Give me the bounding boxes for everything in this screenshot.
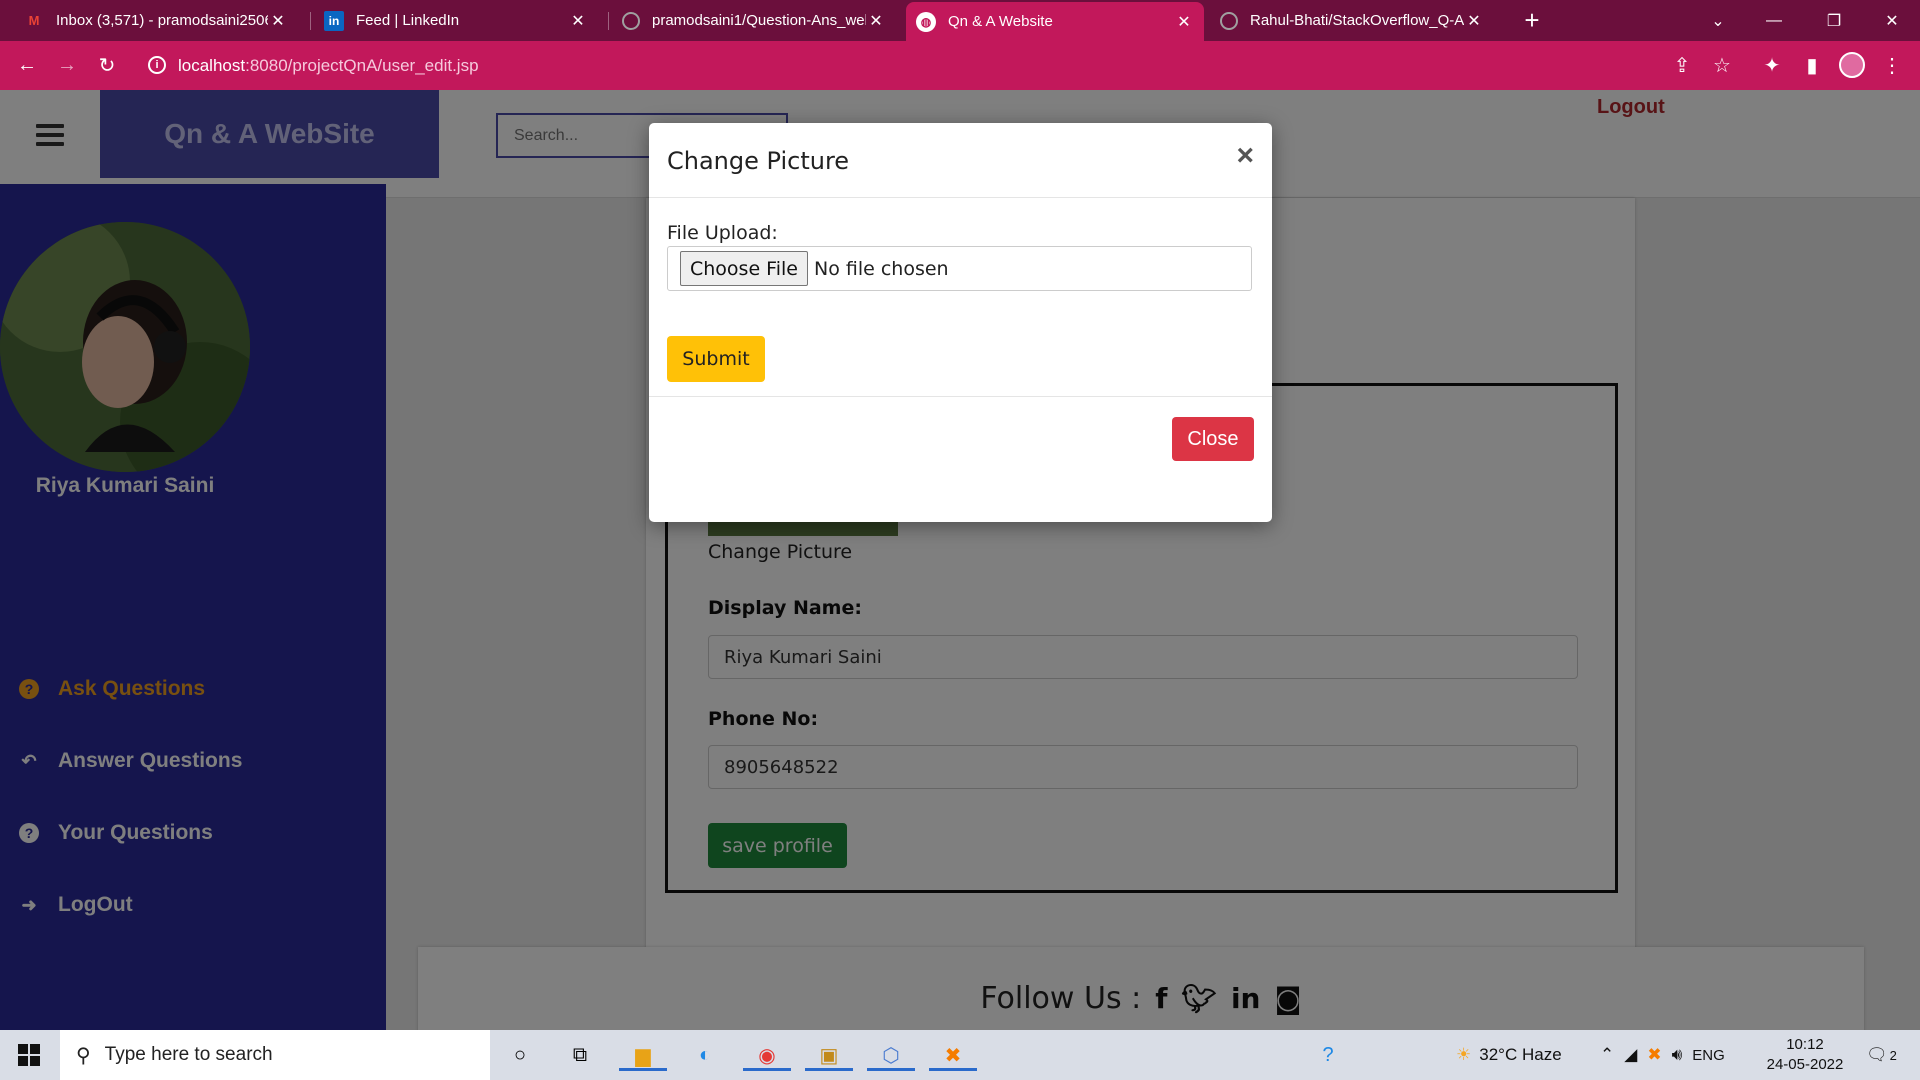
help-icon[interactable]: ? (1312, 1039, 1344, 1071)
browser-tab-bar: M Inbox (3,571) - pramodsaini2506 ✕ in F… (0, 0, 1920, 41)
site-info-icon[interactable]: i (148, 56, 166, 74)
close-icon[interactable]: ✕ (568, 11, 588, 31)
tab-label: Feed | LinkedIn (356, 12, 460, 29)
gmail-icon: M (28, 13, 40, 28)
file-upload-label: File Upload: (667, 222, 778, 244)
star-icon[interactable]: ☆ (1706, 49, 1738, 81)
weather-widget[interactable]: ☀ 32°C Haze (1456, 1030, 1562, 1080)
linkedin-icon: in (324, 10, 344, 31)
modal-title: Change Picture (667, 147, 850, 175)
address-bar: ← → ↻ localhost :8080/projectQnA/user_ed… (0, 41, 1920, 90)
xampp-tray-icon[interactable]: ✖ (1647, 1045, 1661, 1065)
taskbar-search-placeholder: Type here to search (104, 1044, 273, 1065)
volume-icon[interactable]: 🔊︎ (1672, 1045, 1683, 1065)
modal-footer: Close (649, 396, 1272, 522)
editor-app-icon[interactable]: ▣ (805, 1039, 853, 1071)
share-icon[interactable]: ⇪ (1666, 49, 1698, 81)
url-path: :8080/projectQnA/user_edit.jsp (245, 56, 479, 75)
restore-button[interactable]: ❐ (1806, 0, 1862, 41)
tab-github-stackoverflow[interactable]: Rahul-Bhati/StackOverflow_Q-A_ ✕ (1210, 0, 1494, 41)
notifications-button[interactable]: 🗨︎ 2 (1866, 1030, 1897, 1080)
xampp-icon[interactable]: ✖ (929, 1039, 977, 1071)
tab-label: Rahul-Bhati/StackOverflow_Q-A_ (1250, 12, 1464, 29)
tab-gmail[interactable]: M Inbox (3,571) - pramodsaini2506 ✕ (14, 0, 298, 41)
file-status: No file chosen (813, 257, 949, 280)
chrome-icon[interactable]: ◉ (743, 1039, 791, 1071)
close-icon[interactable]: ✕ (1174, 12, 1194, 32)
tab-github-question-ans[interactable]: pramodsaini1/Question-Ans_wel ✕ (612, 0, 896, 41)
github-icon (1220, 11, 1238, 30)
submit-button[interactable]: Submit (667, 336, 765, 382)
modal-header: Change Picture × (649, 123, 1272, 198)
date: 24-05-2022 (1766, 1056, 1844, 1073)
file-explorer-icon[interactable]: ▆ (619, 1039, 667, 1071)
weather-icon: ☀ (1456, 1045, 1472, 1064)
tab-search-chevron-icon[interactable]: ⌄ (1690, 0, 1746, 41)
close-icon[interactable]: ✕ (1464, 11, 1484, 31)
kebab-menu-icon[interactable]: ⋮ (1876, 49, 1908, 81)
close-icon[interactable]: ✕ (268, 11, 288, 31)
tab-linkedin[interactable]: in Feed | LinkedIn ✕ (314, 0, 598, 41)
tab-label: Qn & A Website (948, 13, 1053, 30)
taskbar-search[interactable]: ⚲ Type here to search (60, 1030, 490, 1080)
windows-taskbar: ⚲ Type here to search ○ ⧉ ▆ ◐ ◉ ▣ ⬡ ✖ ? … (0, 1030, 1920, 1080)
modal-body: File Upload: Choose File No file chosen … (649, 198, 1272, 396)
language-indicator[interactable]: ENG (1692, 1047, 1725, 1064)
profile-avatar-icon[interactable] (1836, 49, 1868, 81)
tab-label: Inbox (3,571) - pramodsaini2506 (56, 12, 268, 29)
tray-chevron-icon[interactable]: ⌃ (1600, 1045, 1614, 1065)
close-button[interactable]: Close (1172, 417, 1254, 461)
change-picture-modal: Change Picture × File Upload: Choose Fil… (649, 123, 1272, 522)
taskbar-clock[interactable]: 10:12 24-05-2022 (1760, 1035, 1850, 1075)
tab-label: pramodsaini1/Question-Ans_wel (652, 12, 866, 29)
page-viewport: Qn & A WebSite Logout Riya Kumari Saini … (0, 90, 1920, 1030)
system-tray: ⌃ ◢ ✖ 🔊︎ ENG (1600, 1030, 1725, 1080)
search-icon: ⚲ (76, 1044, 91, 1067)
side-panel-icon[interactable]: ▮ (1796, 49, 1828, 81)
weather-text: 32°C Haze (1479, 1045, 1562, 1064)
virtualbox-icon[interactable]: ⬡ (867, 1039, 915, 1071)
globe-icon: ◍ (916, 11, 936, 32)
network-icon[interactable]: ◢ (1624, 1045, 1637, 1065)
reload-icon[interactable]: ↻ (91, 49, 123, 81)
time: 10:12 (1786, 1036, 1824, 1053)
cortana-icon[interactable]: ○ (504, 1039, 536, 1071)
windows-start-icon[interactable] (18, 1044, 40, 1066)
back-arrow-icon[interactable]: ← (11, 49, 43, 81)
github-icon (622, 11, 640, 30)
extensions-icon[interactable]: ✦ (1756, 49, 1788, 81)
new-tab-button[interactable]: + (1504, 0, 1560, 41)
url-host: localhost (178, 56, 246, 75)
close-icon[interactable]: × (1236, 141, 1254, 171)
task-view-icon[interactable]: ⧉ (564, 1039, 596, 1071)
tab-qna-website[interactable]: ◍ Qn & A Website ✕ (906, 2, 1204, 41)
url-field[interactable]: localhost :8080/projectQnA/user_edit.jsp (178, 51, 479, 81)
edge-icon[interactable]: ◐ (689, 1039, 721, 1071)
minimize-button[interactable]: — (1746, 0, 1802, 41)
choose-file-button[interactable]: Choose File (680, 251, 808, 286)
window-close-button[interactable]: ✕ (1864, 0, 1920, 41)
notification-icon: 🗨︎ (1866, 1045, 1888, 1064)
forward-arrow-icon[interactable]: → (51, 49, 83, 81)
notification-count: 2 (1889, 1047, 1897, 1063)
close-icon[interactable]: ✕ (866, 11, 886, 31)
file-upload-input[interactable]: Choose File No file chosen (667, 246, 1252, 291)
